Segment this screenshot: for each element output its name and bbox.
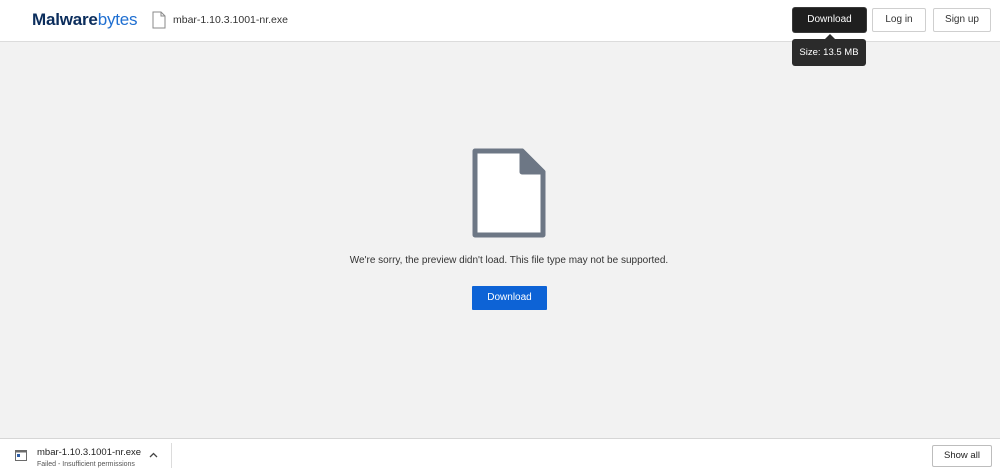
header-download-button[interactable]: Download (793, 8, 866, 32)
logo-text-bytes: bytes (97, 10, 138, 29)
file-preview-icon (472, 148, 546, 238)
download-button[interactable]: Download (472, 286, 547, 310)
shelf-divider (171, 443, 172, 468)
file-icon (152, 11, 166, 29)
login-button[interactable]: Log in (872, 8, 926, 32)
file-size-tooltip: Size: 13.5 MB (792, 39, 866, 66)
executable-file-icon (15, 450, 27, 461)
signup-button[interactable]: Sign up (933, 8, 991, 32)
file-name: mbar-1.10.3.1001-nr.exe (173, 14, 288, 26)
show-all-button[interactable]: Show all (932, 445, 992, 467)
chevron-up-icon[interactable] (149, 452, 158, 458)
download-shelf: mbar-1.10.3.1001-nr.exe Failed - Insuffi… (0, 438, 1000, 471)
download-item-name[interactable]: mbar-1.10.3.1001-nr.exe (37, 447, 141, 459)
logo-text-malware: Malware (32, 10, 98, 29)
top-bar: Malwarebytes mbar-1.10.3.1001-nr.exe Dow… (0, 0, 1000, 42)
malwarebytes-logo[interactable]: Malwarebytes (32, 10, 138, 30)
download-item-status: Failed - Insufficient permissions (37, 461, 135, 468)
preview-error-message: We're sorry, the preview didn't load. Th… (349, 255, 669, 266)
